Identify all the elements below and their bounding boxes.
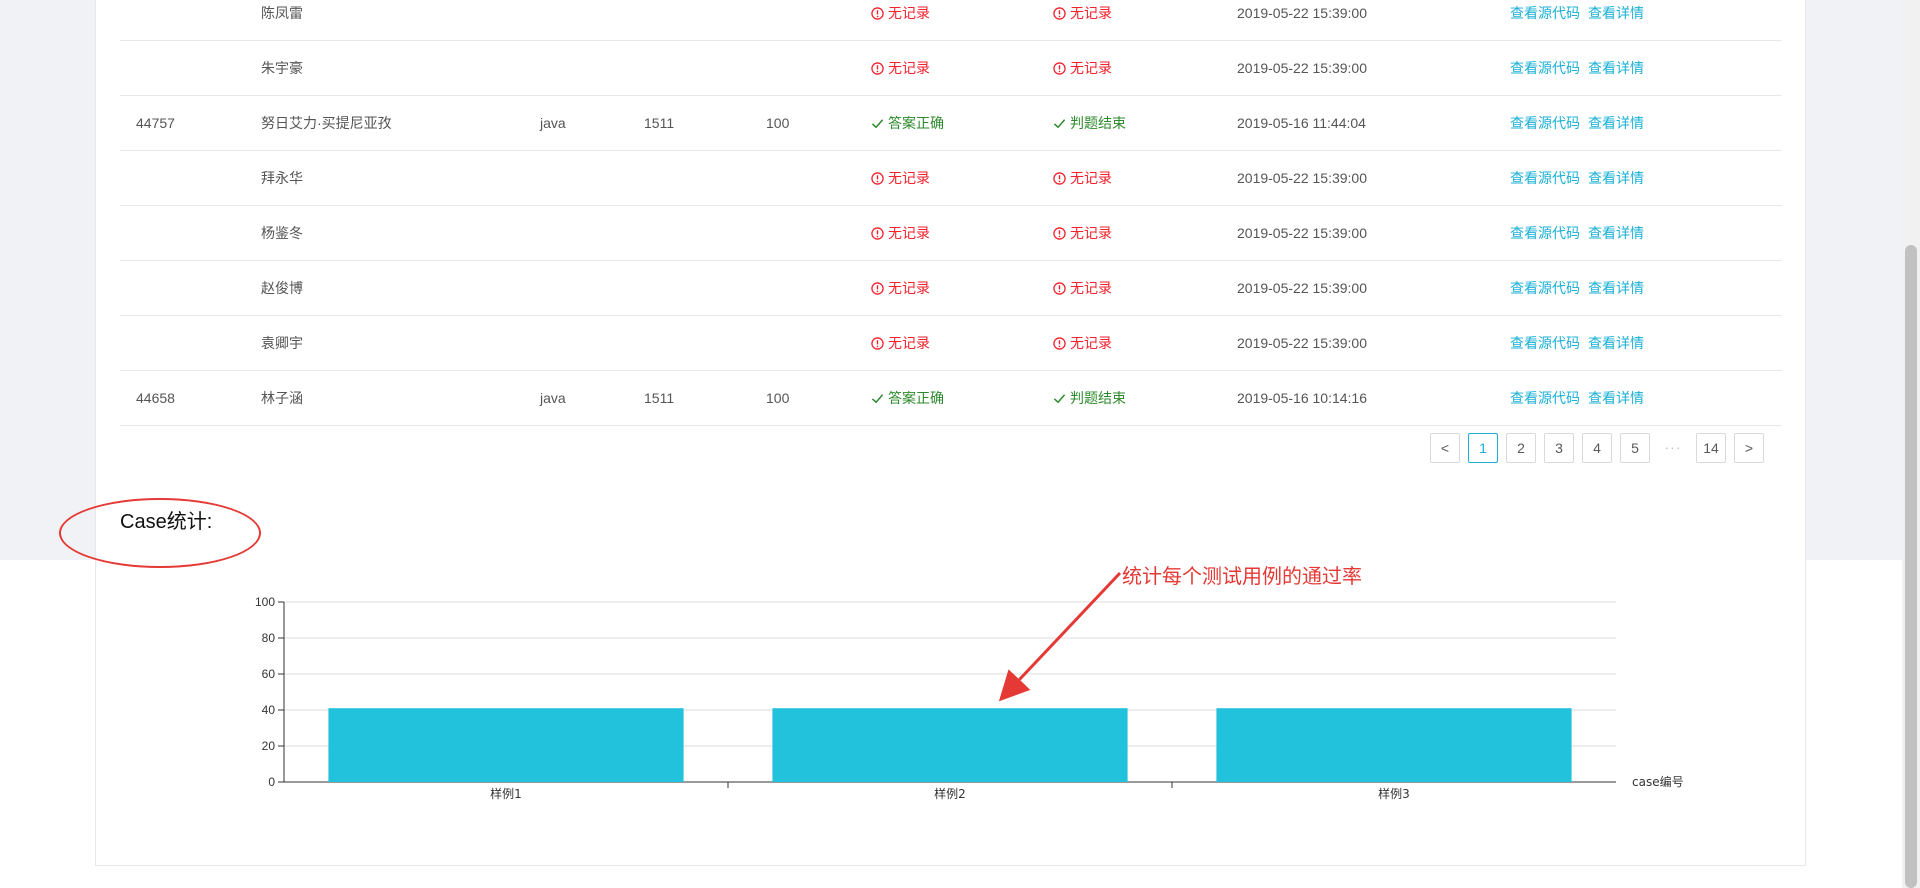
bar-样例1 (328, 708, 684, 782)
x-tick-label: 样例1 (490, 786, 522, 801)
scrollbar-thumb[interactable] (1905, 245, 1917, 888)
y-tick-label: 20 (262, 739, 276, 753)
y-tick-label: 80 (262, 631, 276, 645)
bar-样例3 (1216, 708, 1572, 782)
annotation-arrow (998, 571, 1122, 702)
vertical-scrollbar[interactable] (1902, 0, 1920, 888)
case-pass-rate-chart: 0 20 40 60 80 100 样例1 样例2 样例3 case编号 统计每个测试用例的通过率 (255, 564, 1684, 801)
y-tick-label: 40 (262, 703, 276, 717)
annotation-text: 统计每个测试用例的通过率 (1122, 564, 1362, 588)
x-tick-label: 样例2 (934, 786, 966, 801)
y-tick-label: 60 (262, 667, 276, 681)
x-tick-label: 样例3 (1378, 786, 1410, 801)
bar-样例2 (772, 708, 1128, 782)
y-tick-label: 100 (255, 595, 275, 609)
x-axis-label: case编号 (1632, 774, 1684, 789)
y-tick-label: 0 (268, 775, 275, 789)
